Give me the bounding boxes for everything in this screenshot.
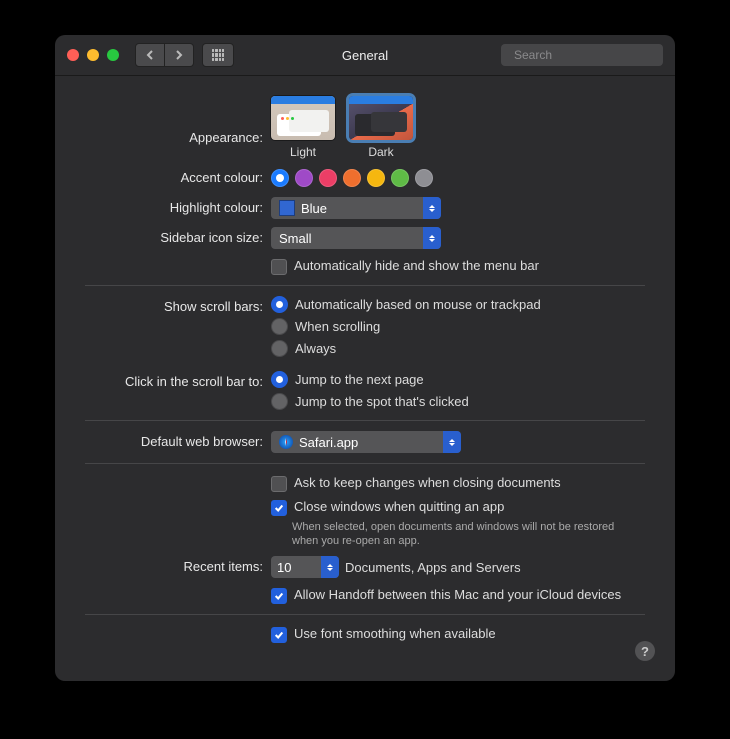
search-input[interactable] bbox=[512, 47, 671, 63]
radio-icon bbox=[271, 340, 288, 357]
close-window-button[interactable] bbox=[67, 49, 79, 61]
preferences-window: General Appearance: Light Dark bbox=[55, 35, 675, 681]
accent-swatch[interactable] bbox=[391, 169, 409, 187]
safari-icon bbox=[279, 435, 293, 449]
accent-swatches bbox=[271, 167, 645, 189]
forward-button[interactable] bbox=[165, 43, 194, 67]
browser-popup[interactable]: Safari.app bbox=[271, 431, 461, 453]
accent-swatch[interactable] bbox=[319, 169, 337, 187]
auto-hide-menubar-checkbox[interactable]: Automatically hide and show the menu bar bbox=[271, 257, 539, 275]
accent-label: Accent colour: bbox=[85, 167, 271, 189]
handoff-checkbox[interactable]: Allow Handoff between this Mac and your … bbox=[271, 586, 621, 604]
scrollbars-radio[interactable]: Automatically based on mouse or trackpad bbox=[271, 296, 541, 313]
scroll-click-label: Click in the scroll bar to: bbox=[85, 371, 271, 410]
checkbox-icon bbox=[271, 476, 287, 492]
sidebar-icon-popup[interactable]: Small bbox=[271, 227, 441, 249]
back-button[interactable] bbox=[135, 43, 165, 67]
help-button[interactable]: ? bbox=[635, 641, 655, 661]
minimize-window-button[interactable] bbox=[87, 49, 99, 61]
dark-thumbnail bbox=[349, 96, 413, 140]
recent-popup[interactable]: 10 bbox=[271, 556, 339, 578]
accent-swatch[interactable] bbox=[271, 169, 289, 187]
appearance-light[interactable]: Light bbox=[271, 96, 335, 159]
highlight-popup[interactable]: Blue bbox=[271, 197, 441, 219]
sidebar-icon-label: Sidebar icon size: bbox=[85, 227, 271, 249]
show-all-button[interactable] bbox=[202, 43, 234, 67]
light-thumbnail bbox=[271, 96, 335, 140]
window-controls bbox=[67, 49, 119, 61]
appearance-label: Appearance: bbox=[85, 107, 271, 149]
radio-icon bbox=[271, 393, 288, 410]
close-windows-desc: When selected, open documents and window… bbox=[292, 520, 632, 548]
font-smoothing-checkbox[interactable]: Use font smoothing when available bbox=[271, 625, 496, 643]
recent-label: Recent items: bbox=[85, 556, 271, 578]
accent-swatch[interactable] bbox=[343, 169, 361, 187]
accent-swatch[interactable] bbox=[415, 169, 433, 187]
scrollbars-radio[interactable]: Always bbox=[271, 340, 541, 357]
scrollbars-label: Show scroll bars: bbox=[85, 296, 271, 357]
browser-label: Default web browser: bbox=[85, 431, 271, 453]
scroll-click-radio[interactable]: Jump to the next page bbox=[271, 371, 469, 388]
zoom-window-button[interactable] bbox=[107, 49, 119, 61]
accent-swatch[interactable] bbox=[367, 169, 385, 187]
appearance-dark[interactable]: Dark bbox=[349, 96, 413, 159]
close-windows-checkbox[interactable]: Close windows when quitting an app bbox=[271, 498, 632, 516]
checkbox-icon bbox=[271, 500, 287, 516]
checkbox-icon bbox=[271, 627, 287, 643]
radio-icon bbox=[271, 371, 288, 388]
grid-icon bbox=[212, 49, 224, 61]
highlight-swatch-icon bbox=[279, 200, 295, 216]
recent-suffix: Documents, Apps and Servers bbox=[345, 560, 521, 575]
titlebar: General bbox=[55, 35, 675, 76]
highlight-label: Highlight colour: bbox=[85, 197, 271, 219]
window-title: General bbox=[342, 48, 388, 63]
radio-icon bbox=[271, 296, 288, 313]
scrollbars-radio[interactable]: When scrolling bbox=[271, 318, 541, 335]
checkbox-icon bbox=[271, 259, 287, 275]
scroll-click-radio[interactable]: Jump to the spot that's clicked bbox=[271, 393, 469, 410]
accent-swatch[interactable] bbox=[295, 169, 313, 187]
checkbox-icon bbox=[271, 588, 287, 604]
ask-keep-checkbox[interactable]: Ask to keep changes when closing documen… bbox=[271, 474, 561, 492]
search-field[interactable] bbox=[501, 44, 663, 66]
radio-icon bbox=[271, 318, 288, 335]
